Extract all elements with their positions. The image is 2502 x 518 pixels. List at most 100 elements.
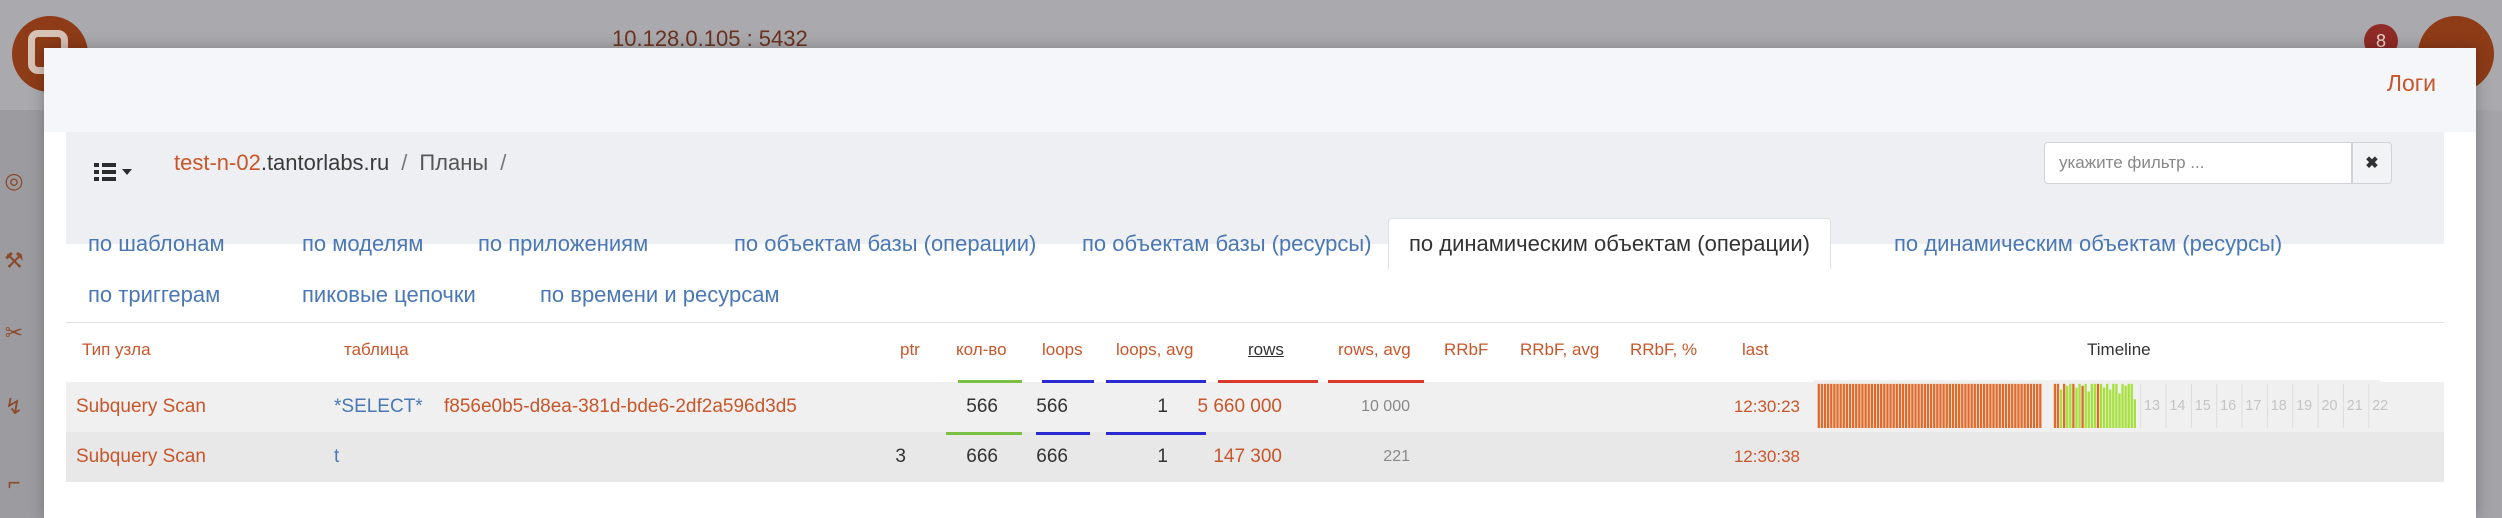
rows-avg-cell: 221 bbox=[1383, 448, 1410, 465]
list-icon bbox=[94, 163, 116, 181]
timeline-tick-label: 22 bbox=[2372, 398, 2388, 414]
timeline-bar bbox=[1979, 383, 1983, 428]
timeline-bar bbox=[2084, 383, 2087, 428]
close-icon[interactable]: ✖ bbox=[2352, 142, 2392, 184]
timeline-divider bbox=[2342, 383, 2344, 428]
column-count[interactable]: кол-во bbox=[956, 340, 1007, 360]
timeline-bar bbox=[2007, 383, 2011, 428]
rows-avg-cell: 10 000 bbox=[1361, 398, 1410, 415]
tab-time-resources[interactable]: по времени и ресурсам bbox=[540, 272, 780, 318]
timeline-bar bbox=[1958, 383, 1961, 428]
timeline-chart[interactable]: 1314151617181920212223 bbox=[1802, 380, 2392, 428]
timeline-bar bbox=[2121, 383, 2124, 428]
timeline-tick-label: 13 bbox=[2144, 398, 2160, 414]
timeline-divider bbox=[2317, 383, 2319, 428]
tab-db-objects-operations[interactable]: по объектам базы (операции) bbox=[734, 218, 1036, 270]
column-node-type[interactable]: Тип узла bbox=[82, 340, 151, 360]
timeline-bar bbox=[1908, 383, 1911, 428]
timeline-bar bbox=[1836, 383, 1839, 428]
column-ptr[interactable]: ptr bbox=[900, 340, 920, 360]
timeline-bar bbox=[1967, 383, 1970, 428]
breadcrumb-section[interactable]: Планы bbox=[419, 150, 488, 176]
timeline-bar bbox=[1992, 383, 1995, 428]
tab-dynamic-objects-resources[interactable]: по динамическим объектам (ресурсы) bbox=[1894, 218, 2282, 270]
timeline-bar bbox=[2023, 383, 2026, 428]
breadcrumb-host-domain[interactable]: .tantorlabs.ru bbox=[261, 150, 389, 176]
tab-triggers[interactable]: по триггерам bbox=[88, 272, 220, 318]
loops-indicator bbox=[1036, 432, 1090, 435]
list-menu-button[interactable] bbox=[94, 154, 144, 190]
timeline-bar bbox=[1945, 383, 1948, 428]
timeline-bar bbox=[2093, 383, 2097, 428]
last-cell: 12:30:23 bbox=[1733, 397, 1800, 416]
timeline-bar bbox=[1873, 383, 1877, 428]
timeline-bar bbox=[2075, 387, 2078, 428]
timeline-bar bbox=[1898, 383, 1902, 428]
breadcrumb-host-link[interactable]: test-n-02 bbox=[174, 150, 261, 176]
column-loops-avg[interactable]: loops, avg bbox=[1116, 340, 1194, 360]
timeline-bar bbox=[1951, 383, 1955, 428]
object-id-cell[interactable]: f856e0b5-d8ea-381d-bde6-2df2a596d3d5 bbox=[444, 382, 797, 432]
sidebar-scissors-icon: ✂ bbox=[4, 320, 24, 345]
column-rrbf-pct[interactable]: RRbF, % bbox=[1630, 340, 1697, 360]
column-rrbf-avg[interactable]: RRbF, avg bbox=[1520, 340, 1599, 360]
count-indicator bbox=[958, 380, 1022, 383]
column-rows[interactable]: rows bbox=[1248, 340, 1284, 360]
timeline-bar bbox=[2029, 383, 2033, 428]
column-loops[interactable]: loops bbox=[1042, 340, 1083, 360]
column-table[interactable]: таблица bbox=[344, 340, 409, 360]
timeline-bar bbox=[2078, 383, 2081, 428]
timeline-bar bbox=[1876, 383, 1880, 428]
timeline-bar bbox=[1995, 383, 1998, 428]
node-type-cell[interactable]: Subquery Scan bbox=[76, 432, 206, 482]
ptr-cell: 3 bbox=[895, 446, 906, 467]
timeline-bar bbox=[1973, 383, 1976, 428]
filter-input[interactable] bbox=[2044, 142, 2352, 184]
breadcrumb-separator: / bbox=[500, 150, 507, 175]
node-type-cell[interactable]: Subquery Scan bbox=[76, 382, 206, 432]
sidebar-tools-icon: ⚒ bbox=[4, 248, 24, 273]
timeline-bar bbox=[2017, 383, 2020, 428]
timeline-bar bbox=[1911, 383, 1914, 428]
timeline-bar bbox=[2036, 383, 2039, 428]
timeline-bar bbox=[2112, 383, 2115, 428]
tab-models[interactable]: по моделям bbox=[302, 218, 423, 270]
tabs-row-2: по триггерам пиковые цепочки по времени … bbox=[66, 272, 2444, 318]
tabs-row-1: по шаблонам по моделям по приложениям по… bbox=[66, 218, 2444, 270]
tab-db-objects-resources[interactable]: по объектам базы (ресурсы) bbox=[1082, 218, 1372, 270]
timeline-bar bbox=[2063, 383, 2066, 428]
table-row[interactable]: Subquery Scan t 3 666 666 1 147 300 221 … bbox=[66, 432, 2444, 482]
timeline-bar bbox=[1901, 383, 1905, 428]
column-rrbf[interactable]: RRbF bbox=[1444, 340, 1488, 360]
tab-peak-chains[interactable]: пиковые цепочки bbox=[302, 272, 476, 318]
timeline-bar bbox=[1842, 383, 1845, 428]
timeline-bar bbox=[1861, 383, 1864, 428]
tab-dynamic-objects-operations[interactable]: по динамическим объектам (операции) bbox=[1388, 218, 1831, 270]
loops-avg-cell: 1 bbox=[1157, 396, 1168, 417]
timeline-bar bbox=[1867, 383, 1870, 428]
timeline-bar bbox=[1823, 383, 1827, 428]
timeline-bar bbox=[1929, 383, 1933, 428]
timeline-bar bbox=[1917, 383, 1920, 428]
timeline-tick-label: 16 bbox=[2220, 398, 2236, 414]
table-cell[interactable]: t bbox=[334, 432, 339, 482]
timeline-bar bbox=[1883, 383, 1886, 428]
count-cell: 666 bbox=[966, 446, 998, 467]
table-cell[interactable]: *SELECT* bbox=[334, 382, 423, 432]
breadcrumb-separator: / bbox=[401, 150, 408, 175]
timeline-bar bbox=[2133, 399, 2136, 428]
modal-title[interactable]: Логи bbox=[2387, 70, 2436, 97]
column-rows-avg[interactable]: rows, avg bbox=[1338, 340, 1411, 360]
timeline-divider bbox=[2266, 383, 2268, 428]
timeline-bar bbox=[1986, 383, 1989, 428]
timeline-bar bbox=[2072, 383, 2075, 428]
timeline-bar bbox=[1830, 383, 1833, 428]
tab-applications[interactable]: по приложениям bbox=[478, 218, 648, 270]
timeline-bar bbox=[2056, 383, 2060, 428]
modal-header: Логи bbox=[44, 48, 2476, 132]
timeline-bar bbox=[1964, 383, 1967, 428]
count-cell: 566 bbox=[966, 396, 998, 417]
column-last[interactable]: last bbox=[1742, 340, 1768, 360]
timeline-tick-label: 17 bbox=[2245, 398, 2261, 414]
tab-templates[interactable]: по шаблонам bbox=[88, 218, 225, 270]
